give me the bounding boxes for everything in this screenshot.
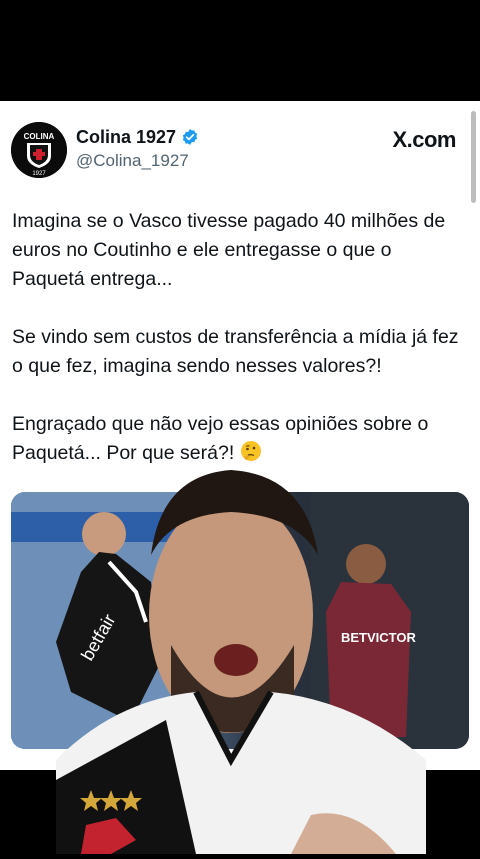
avatar[interactable]: COLINA 1927 [11, 122, 67, 178]
colina-logo-icon: COLINA 1927 [11, 122, 67, 178]
user-handle[interactable]: @Colina_1927 [76, 151, 189, 171]
tweet-text: Imagina se o Vasco tivesse pagado 40 mil… [12, 207, 462, 471]
site-label: X.com [392, 127, 456, 152]
tweet-paragraph-3-text: Engraçado que não vejo essas opiniões so… [12, 413, 429, 464]
presenter-overlay [56, 460, 426, 854]
verified-badge-icon [182, 129, 198, 145]
avatar-year: 1927 [32, 171, 46, 177]
avatar-text: COLINA [24, 132, 55, 141]
tweet-paragraph-2: Se vindo sem custos de transferência a m… [12, 326, 459, 377]
display-name[interactable]: Colina 1927 [76, 127, 176, 148]
tweet-paragraph-1: Imagina se o Vasco tivesse pagado 40 mil… [12, 210, 446, 290]
presenter-image [56, 470, 426, 854]
scrollbar[interactable] [471, 111, 476, 203]
